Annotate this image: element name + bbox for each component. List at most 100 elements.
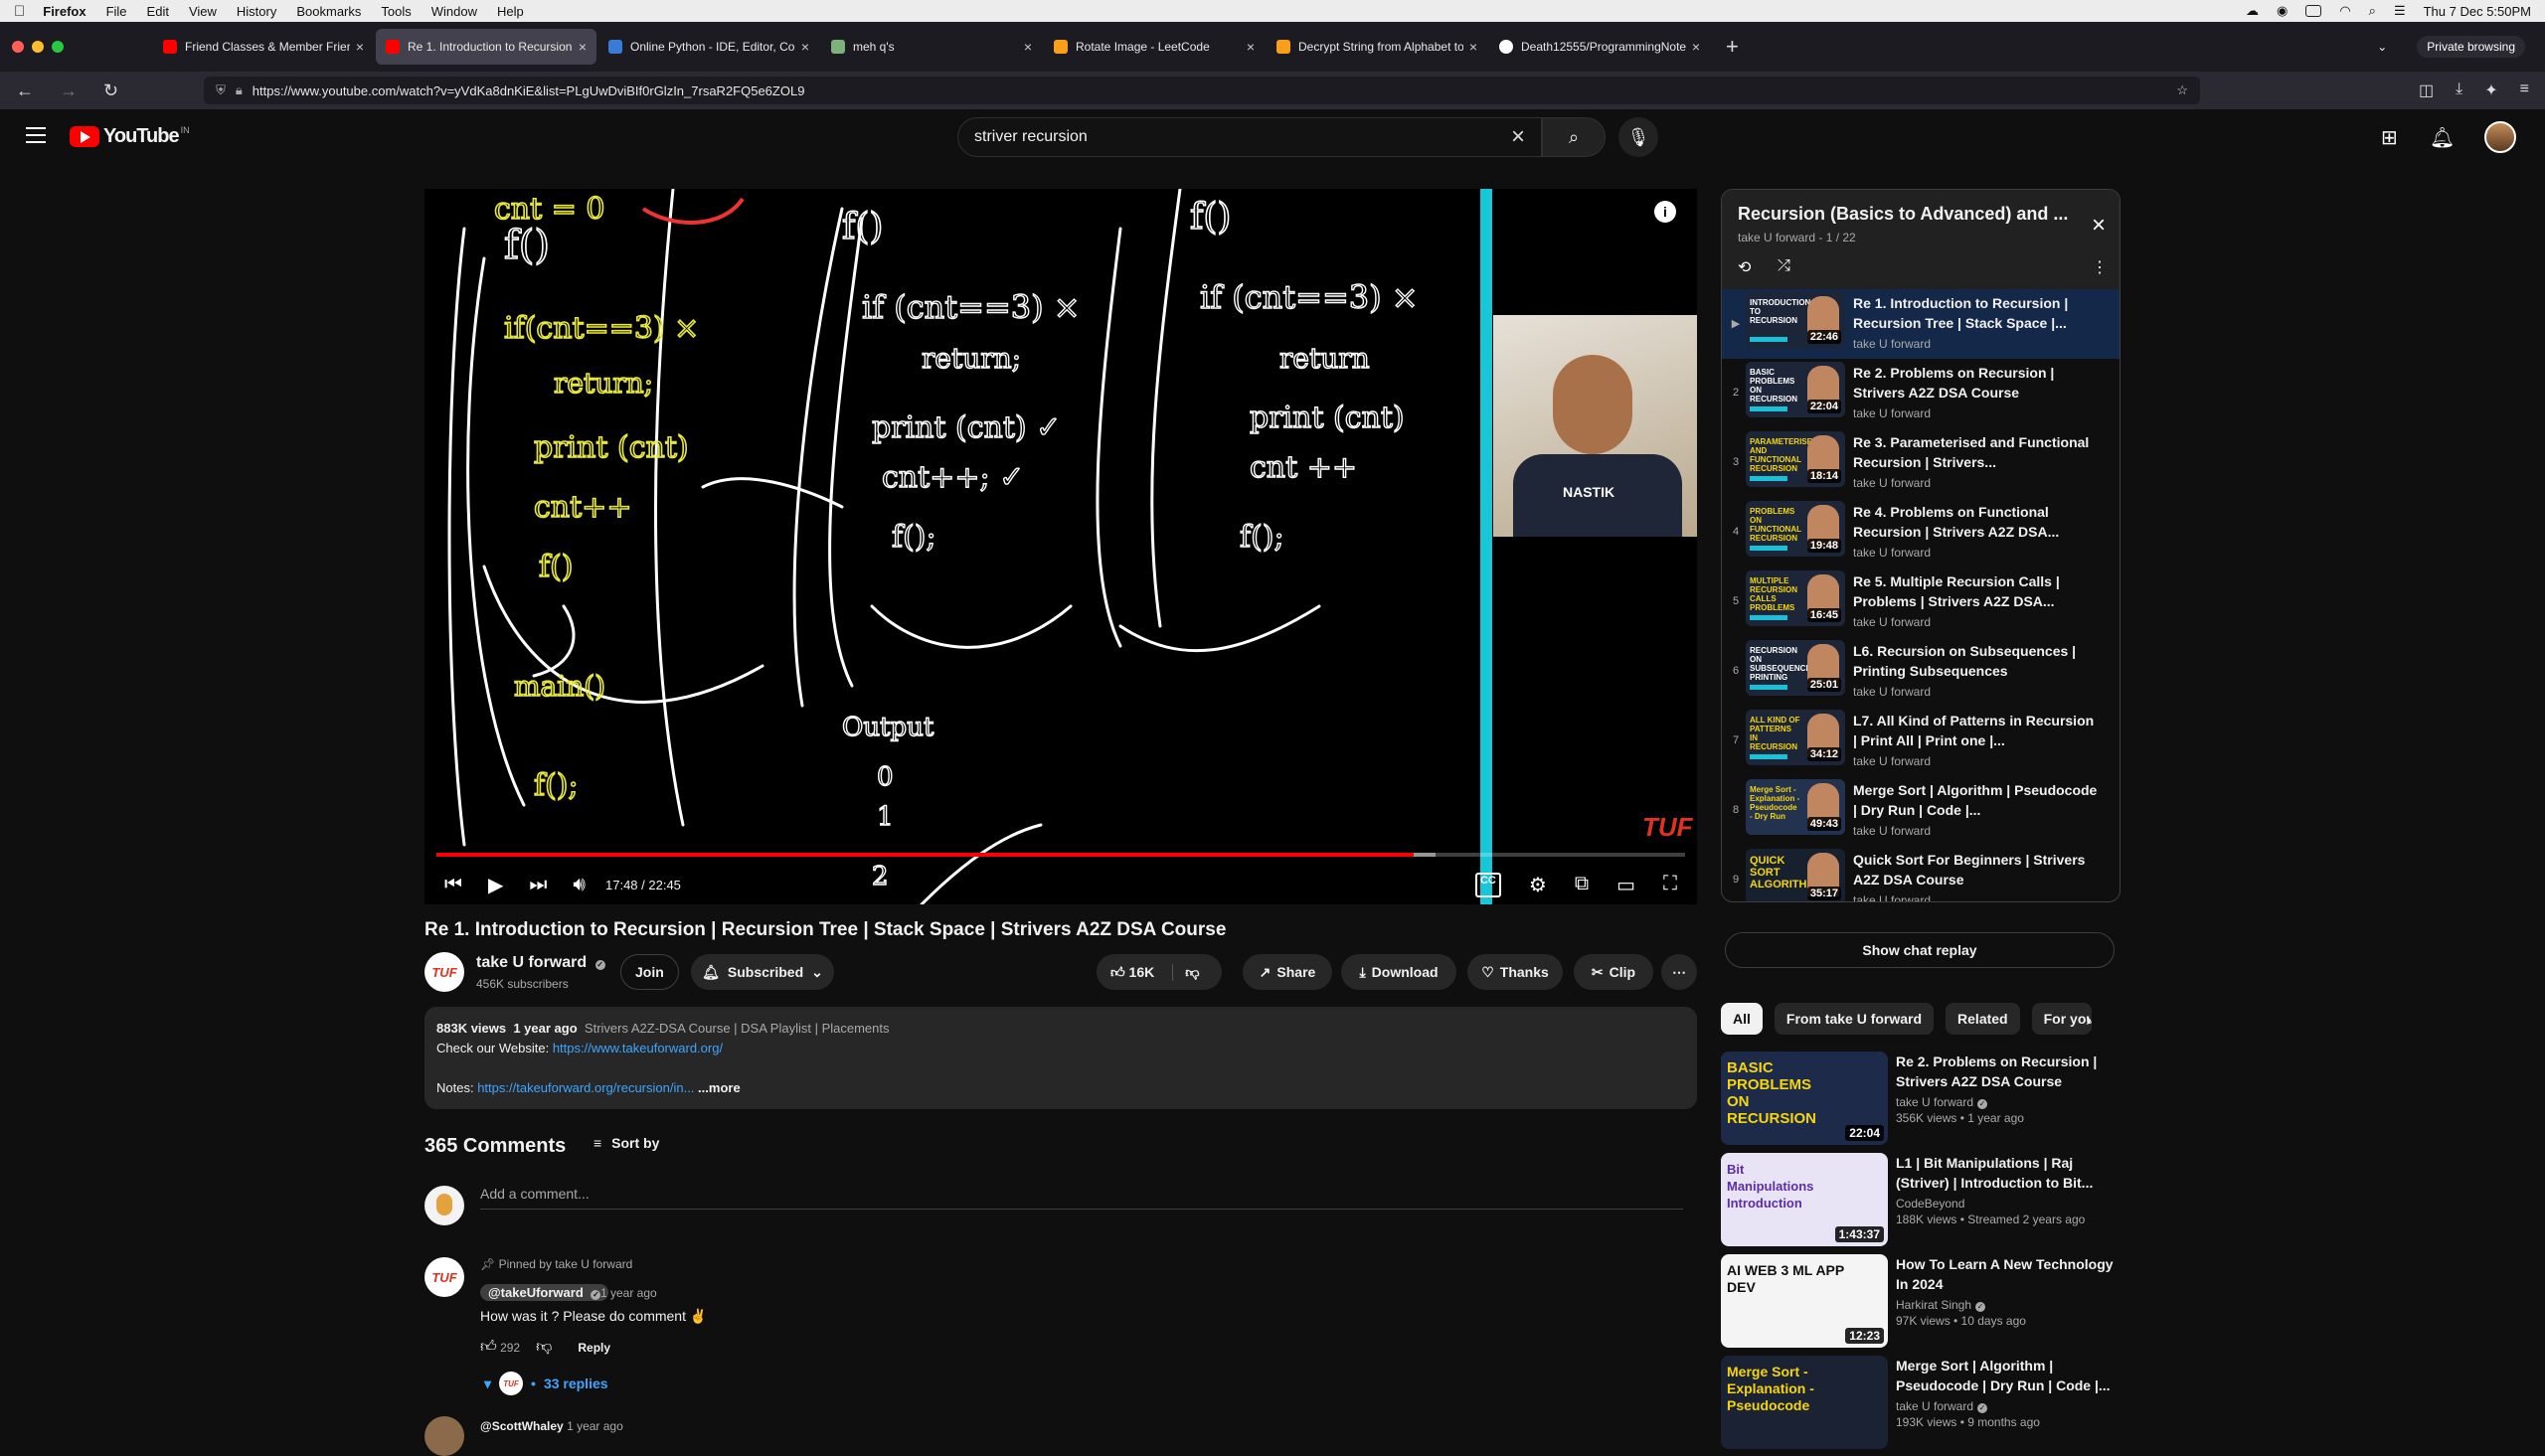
- related-title[interactable]: Merge Sort | Algorithm | Pseudocode | Dr…: [1896, 1356, 2119, 1395]
- pocket-icon[interactable]: ◫: [2419, 81, 2434, 100]
- chip-from-channel[interactable]: From take U forward: [1774, 1003, 1935, 1035]
- comment-author-name[interactable]: @takeUforward: [488, 1285, 584, 1300]
- close-window-button[interactable]: [12, 41, 24, 53]
- sort-comments-button[interactable]: ≡ Sort by: [594, 1135, 659, 1151]
- playlist-item-thumbnail[interactable]: MULTIPLE RECURSION CALLS PROBLEMS 16:45: [1746, 570, 1845, 626]
- bookmark-star-icon[interactable]: ☆: [2176, 82, 2188, 98]
- url-text[interactable]: https://www.youtube.com/watch?v=yVdKa8dn…: [253, 83, 805, 98]
- playlist-item-title[interactable]: L6. Recursion on Subsequences | Printing…: [1853, 641, 2100, 681]
- menu-bookmarks[interactable]: Bookmarks: [296, 4, 361, 19]
- youtube-logo[interactable]: YouTube IN: [70, 125, 190, 148]
- related-title[interactable]: Re 2. Problems on Recursion | Strivers A…: [1896, 1052, 2119, 1091]
- related-video[interactable]: AI WEB 3 ML APP DEV 12:23 How To Learn A …: [1721, 1254, 2119, 1348]
- channel-name-text[interactable]: take U forward: [476, 954, 587, 971]
- channel-name[interactable]: take U forward ✓: [476, 954, 605, 972]
- settings-gear-icon[interactable]: ⚙: [1529, 873, 1547, 897]
- dislike-button[interactable]: 👎︎: [1172, 963, 1199, 981]
- clear-search-icon[interactable]: ×: [1511, 123, 1525, 151]
- related-title[interactable]: How To Learn A New Technology In 2024: [1896, 1254, 2119, 1294]
- guide-menu-icon[interactable]: [26, 127, 46, 143]
- playlist-item-thumbnail[interactable]: PROBLEMS ON FUNCTIONAL RECURSION 19:48: [1746, 501, 1845, 557]
- play-icon[interactable]: ▶: [488, 873, 503, 897]
- lock-icon[interactable]: 🔒︎: [236, 82, 243, 98]
- tracking-shield-icon[interactable]: ⛨: [216, 82, 226, 98]
- browser-tab[interactable]: meh q's ×: [821, 29, 1042, 65]
- playlist-item[interactable]: 3 PARAMETERISED AND FUNCTIONAL RECURSION…: [1722, 428, 2120, 498]
- app-menu-icon[interactable]: ≡: [2520, 81, 2529, 100]
- close-tab-icon[interactable]: ×: [1469, 39, 1477, 55]
- menu-window[interactable]: Window: [431, 4, 477, 19]
- search-spotlight-icon[interactable]: ⌕: [2369, 3, 2376, 19]
- more-vertical-icon[interactable]: ⋮: [2092, 257, 2108, 277]
- playlist-item-thumbnail[interactable]: PARAMETERISED AND FUNCTIONAL RECURSION 18…: [1746, 431, 1845, 487]
- playlist-title[interactable]: Recursion (Basics to Advanced) and ...: [1738, 204, 2076, 225]
- playlist-item[interactable]: 5 MULTIPLE RECURSION CALLS PROBLEMS 16:45…: [1722, 567, 2120, 637]
- clock[interactable]: Thu 7 Dec 5:50PM: [2424, 4, 2531, 19]
- related-video[interactable]: BASIC PROBLEMS ON RECURSION 22:04 Re 2. P…: [1721, 1052, 2119, 1145]
- share-button[interactable]: ↗ Share: [1243, 954, 1332, 990]
- list-all-tabs-icon[interactable]: ⌄: [2377, 40, 2387, 54]
- menu-edit[interactable]: Edit: [147, 4, 169, 19]
- comment-like-button[interactable]: 👍︎ 292: [480, 1338, 520, 1357]
- website-link[interactable]: https://www.takeuforward.org/: [553, 1041, 723, 1055]
- playlist-item[interactable]: 6 RECURSION ON SUBSEQUENCES PRINTING 25:0…: [1722, 637, 2120, 707]
- view-replies-button[interactable]: ▾ TUF • 33 replies: [484, 1372, 608, 1395]
- close-tab-icon[interactable]: ×: [1024, 39, 1032, 55]
- url-bar[interactable]: ⛨ 🔒︎ https://www.youtube.com/watch?v=yVd…: [204, 77, 2201, 104]
- account-avatar[interactable]: [2484, 121, 2516, 153]
- playlist-item-title[interactable]: Re 2. Problems on Recursion | Strivers A…: [1853, 363, 2100, 403]
- menu-tools[interactable]: Tools: [381, 4, 411, 19]
- minimize-window-button[interactable]: [32, 41, 44, 53]
- menu-history[interactable]: History: [237, 4, 276, 19]
- browser-tab-active[interactable]: Re 1. Introduction to Recursion ×: [376, 29, 596, 65]
- description-tags[interactable]: Strivers A2Z-DSA Course | DSA Playlist |…: [585, 1021, 890, 1036]
- back-icon[interactable]: ←: [16, 81, 34, 101]
- playlist-item-title[interactable]: Re 4. Problems on Functional Recursion |…: [1853, 502, 2100, 542]
- apple-menu-icon[interactable]: : [14, 3, 25, 20]
- more-actions-button[interactable]: ⋯: [1661, 954, 1697, 990]
- media-icon[interactable]: ◉: [2277, 3, 2288, 19]
- playlist-item-thumbnail[interactable]: BASIC PROBLEMS ON RECURSION 22:04: [1746, 362, 1845, 417]
- playlist-item-title[interactable]: Re 3. Parameterised and Functional Recur…: [1853, 432, 2100, 472]
- menu-help[interactable]: Help: [497, 4, 524, 19]
- zoom-window-button[interactable]: [52, 41, 64, 53]
- related-video[interactable]: Merge Sort - Explanation - Pseudocode Me…: [1721, 1356, 2119, 1449]
- chip-related[interactable]: Related: [1946, 1003, 2020, 1035]
- reload-icon[interactable]: ↻: [103, 81, 118, 101]
- related-thumbnail[interactable]: Bit Manipulations Introduction 1:43:37: [1721, 1153, 1888, 1246]
- playlist-item[interactable]: ▶ INTRODUCTION TO RECURSION 22:46 Re 1. I…: [1722, 289, 2120, 359]
- search-button[interactable]: ⌕: [1542, 117, 1606, 157]
- show-more-link[interactable]: ...more: [698, 1080, 741, 1095]
- comment-author-avatar[interactable]: [424, 1416, 464, 1456]
- add-comment-input[interactable]: Add a comment...: [480, 1186, 1683, 1210]
- volume-icon[interactable]: 🔊︎: [573, 874, 586, 896]
- voice-search-button[interactable]: 🎙︎: [1618, 117, 1658, 157]
- create-video-icon[interactable]: ⊞: [2381, 125, 2398, 150]
- channel-watermark[interactable]: TUF: [1642, 812, 1693, 843]
- browser-tab[interactable]: Friend Classes & Member Friend ×: [153, 29, 374, 65]
- channel-avatar[interactable]: TUF: [424, 952, 464, 992]
- close-playlist-icon[interactable]: ×: [2092, 212, 2106, 240]
- chip-for-you[interactable]: For you: [2031, 1003, 2092, 1035]
- comment-author-avatar[interactable]: TUF: [424, 1257, 464, 1297]
- close-tab-icon[interactable]: ×: [1692, 39, 1700, 55]
- download-button[interactable]: ⤓ Download: [1341, 954, 1456, 990]
- shuffle-icon[interactable]: ⤮: [1778, 257, 1790, 275]
- info-icon[interactable]: i: [1654, 201, 1676, 223]
- playlist-item-title[interactable]: Merge Sort | Algorithm | Pseudocode | Dr…: [1853, 780, 2100, 820]
- search-input[interactable]: striver recursion ×: [957, 117, 1542, 157]
- extensions-icon[interactable]: ✦: [2484, 81, 2497, 100]
- playlist-item-title[interactable]: L7. All Kind of Patterns in Recursion | …: [1853, 711, 2100, 750]
- menu-app-firefox[interactable]: Firefox: [43, 4, 85, 19]
- related-thumbnail[interactable]: BASIC PROBLEMS ON RECURSION 22:04: [1721, 1052, 1888, 1145]
- search-query[interactable]: striver recursion: [974, 128, 1088, 146]
- clip-button[interactable]: ✂ Clip: [1574, 954, 1653, 990]
- comment-author[interactable]: @takeUforward ✓: [480, 1284, 609, 1301]
- menu-file[interactable]: File: [106, 4, 127, 19]
- playlist-item[interactable]: 4 PROBLEMS ON FUNCTIONAL RECURSION 19:48 …: [1722, 498, 2120, 567]
- playlist-item-thumbnail[interactable]: INTRODUCTION TO RECURSION 22:46: [1746, 292, 1845, 348]
- menu-view[interactable]: View: [189, 4, 217, 19]
- subscribed-button[interactable]: 🔔︎ Subscribed ⌄: [691, 954, 834, 990]
- related-channel[interactable]: take U forward: [1896, 1399, 1973, 1413]
- wifi-icon[interactable]: ◠: [2339, 3, 2350, 19]
